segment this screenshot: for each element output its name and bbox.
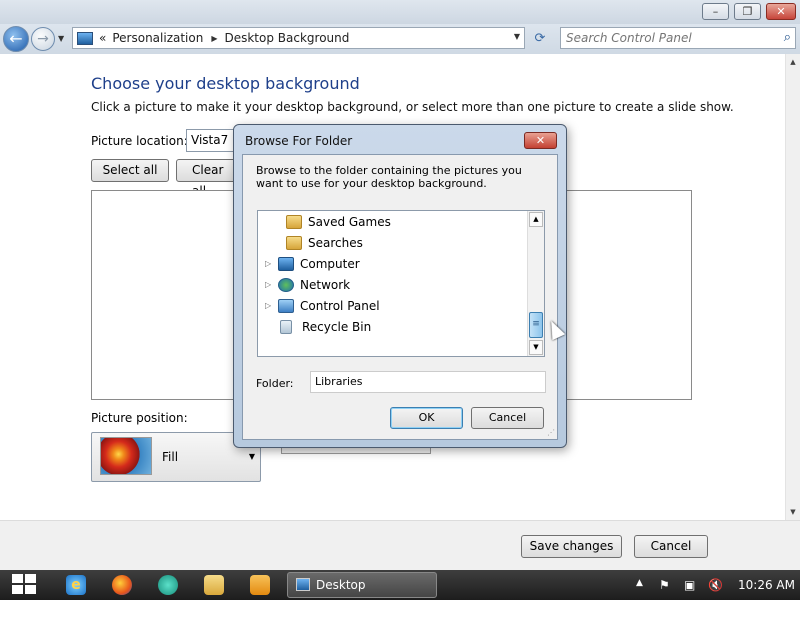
folder-icon (286, 214, 302, 229)
dialog-title: Browse For Folder (245, 134, 353, 148)
show-hidden-icons-icon[interactable]: ▲ (636, 578, 643, 588)
command-bar: Save changes Cancel (0, 520, 800, 570)
control-panel-icon (278, 298, 294, 313)
chevron-down-icon: ▼ (248, 452, 255, 461)
tree-item-label: Control Panel (300, 298, 380, 313)
resize-grip-icon[interactable]: ⋰ (547, 428, 555, 437)
clear-all-button[interactable]: Clear all (176, 159, 236, 198)
window-titlebar: – ❐ ✕ (0, 0, 800, 24)
picture-position-label: Picture position: (91, 411, 188, 425)
maximize-button[interactable]: ❐ (734, 3, 761, 20)
tree-item-control-panel[interactable]: ▷ Control Panel (265, 295, 380, 316)
search-box[interactable]: ⌕ (560, 27, 796, 49)
dialog-cancel-button[interactable]: Cancel (471, 407, 544, 429)
minimize-icon: – (712, 5, 719, 18)
forward-arrow-icon: → (37, 31, 49, 47)
firefox-icon[interactable] (112, 575, 132, 595)
taskbar-item-desktop-background[interactable]: Desktop Background (287, 572, 437, 616)
volume-muted-icon[interactable]: 🔇 (708, 578, 723, 592)
folder-label: Folder: (256, 377, 294, 390)
control-panel-icon (296, 578, 310, 591)
recycle-bin-icon (280, 319, 292, 334)
close-icon: ✕ (776, 5, 786, 18)
action-center-flag-icon[interactable]: ⚑ (659, 578, 670, 592)
network-icon (278, 277, 294, 292)
tree-item-network[interactable]: ▷ Network (265, 274, 350, 295)
expand-arrow-icon[interactable]: ▷ (265, 259, 275, 268)
address-bar[interactable]: « Personalization ▶ Desktop Background ▼ (72, 27, 525, 49)
back-button[interactable]: ← (3, 26, 29, 52)
tree-item-label: Searches (308, 235, 363, 250)
windows-logo-icon (25, 574, 36, 583)
scroll-down-icon[interactable]: ▼ (786, 504, 800, 520)
tree-scrollbar[interactable]: ▲ ≡ ▼ (527, 211, 544, 356)
folder-input[interactable]: Libraries (310, 371, 546, 393)
refresh-icon: ⟳ (534, 31, 546, 46)
tree-item-recycle-bin[interactable]: Recycle Bin (278, 316, 371, 337)
expand-arrow-icon[interactable]: ▷ (265, 301, 275, 310)
chat-app-icon[interactable] (158, 575, 178, 595)
fill-preview-thumbnail (100, 437, 152, 475)
recent-pages-dropdown-icon[interactable]: ▼ (58, 34, 64, 43)
windows-logo-icon (12, 574, 23, 583)
folder-input-value: Libraries (315, 375, 363, 388)
network-status-icon[interactable]: ▣ (684, 578, 695, 592)
tree-item-searches[interactable]: Searches (286, 232, 363, 253)
minimize-button[interactable]: – (702, 3, 729, 20)
windows-logo-icon (25, 585, 36, 594)
tree-item-label: Computer (300, 256, 360, 271)
refresh-button[interactable]: ⟳ (529, 29, 551, 49)
windows-logo-icon (12, 585, 23, 594)
computer-icon (278, 256, 294, 271)
tree-item-computer[interactable]: ▷ Computer (265, 253, 360, 274)
scrollbar-thumb[interactable]: ≡ (529, 312, 543, 338)
search-input[interactable] (561, 28, 767, 48)
scroll-up-icon[interactable]: ▲ (786, 54, 800, 70)
taskbar-item-label: Desktop Background (316, 578, 388, 616)
taskbar: e Desktop Background ▲ ⚑ ▣ 🔇 10:26 AM (0, 570, 800, 616)
expand-arrow-icon[interactable]: ▷ (265, 280, 275, 289)
breadcrumb-desktop-background[interactable]: Desktop Background (224, 31, 349, 45)
back-arrow-icon: ← (9, 29, 23, 48)
picture-location-label: Picture location: (91, 134, 188, 148)
clock[interactable]: 10:26 AM (738, 578, 795, 592)
file-explorer-icon[interactable] (204, 575, 224, 595)
dialog-close-button[interactable]: ✕ (524, 132, 557, 149)
save-changes-button[interactable]: Save changes (521, 535, 622, 558)
picture-position-value: Fill (162, 450, 179, 464)
control-panel-icon (77, 31, 93, 45)
dialog-body: Browse to the folder containing the pict… (242, 154, 558, 440)
tree-item-saved-games[interactable]: Saved Games (286, 211, 391, 232)
breadcrumb-separator-icon[interactable]: ▶ (211, 34, 217, 43)
folder-tree[interactable]: Saved Games Searches ▷ Computer ▷ Networ… (257, 210, 545, 357)
media-player-icon[interactable] (250, 575, 270, 595)
tree-item-label: Network (300, 277, 351, 292)
scroll-up-icon[interactable]: ▲ (529, 212, 543, 227)
tree-item-label: Recycle Bin (302, 319, 372, 334)
search-icon[interactable]: ⌕ (784, 30, 791, 45)
tree-item-label: Saved Games (308, 214, 391, 229)
internet-explorer-icon[interactable]: e (66, 575, 86, 595)
search-folder-icon (286, 235, 302, 250)
ok-button[interactable]: OK (390, 407, 463, 429)
close-icon: ✕ (535, 134, 546, 147)
select-all-button[interactable]: Select all (91, 159, 169, 182)
close-window-button[interactable]: ✕ (766, 3, 796, 20)
address-dropdown-icon[interactable]: ▼ (514, 32, 520, 41)
breadcrumb-overflow[interactable]: « (99, 31, 106, 45)
page-title: Choose your desktop background (91, 74, 360, 93)
dialog-description: Browse to the folder containing the pict… (256, 164, 522, 190)
breadcrumb-personalization[interactable]: Personalization (112, 31, 203, 45)
address-toolbar: ← → ▼ « Personalization ▶ Desktop Backgr… (0, 24, 800, 54)
start-button[interactable] (12, 574, 38, 596)
maximize-icon: ❐ (742, 5, 753, 18)
forward-button[interactable]: → (31, 27, 55, 51)
content-scrollbar[interactable]: ▲ ▼ (785, 54, 800, 520)
browse-for-folder-dialog: Browse For Folder ✕ Browse to the folder… (233, 124, 567, 448)
scroll-down-icon[interactable]: ▼ (529, 340, 543, 355)
instructions-text: Click a picture to make it your desktop … (91, 100, 734, 114)
cancel-button[interactable]: Cancel (634, 535, 708, 558)
